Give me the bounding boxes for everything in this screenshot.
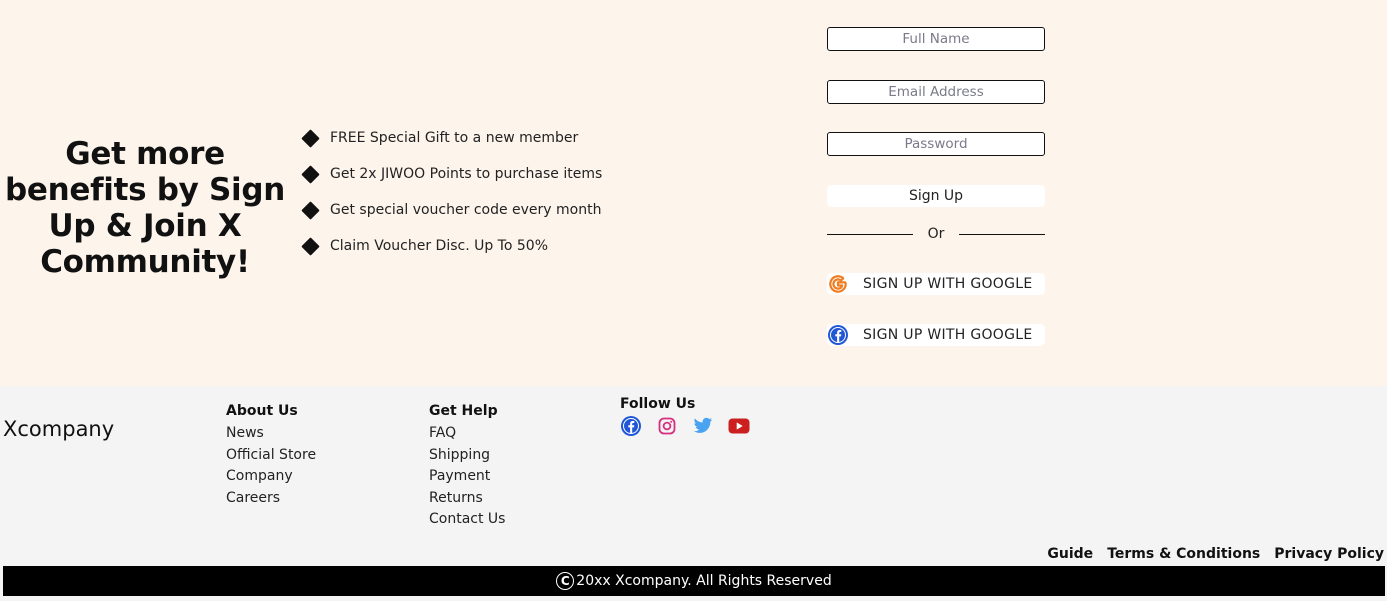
footer-link-payment[interactable]: Payment bbox=[429, 466, 505, 488]
benefit-text: Get special voucher code every month bbox=[330, 202, 602, 218]
footer-link-company[interactable]: Company bbox=[226, 466, 316, 488]
instagram-icon[interactable] bbox=[656, 415, 678, 437]
password-input[interactable] bbox=[827, 132, 1045, 156]
benefit-item: Get special voucher code every month bbox=[300, 192, 602, 228]
footer-link-faq[interactable]: FAQ bbox=[429, 423, 505, 445]
benefit-text: Claim Voucher Disc. Up To 50% bbox=[330, 238, 548, 254]
signup-headline: Get more benefits by Sign Up & Join X Co… bbox=[4, 136, 286, 280]
benefit-text: FREE Special Gift to a new member bbox=[330, 130, 579, 146]
footer-follow-us: Follow Us bbox=[620, 396, 764, 437]
copyright-icon: C bbox=[556, 572, 575, 590]
footer-link-careers[interactable]: Careers bbox=[226, 488, 316, 510]
benefits-list: FREE Special Gift to a new member Get 2x… bbox=[300, 120, 602, 264]
google-signup-label: SIGN UP WITH GOOGLE bbox=[863, 276, 1033, 292]
legal-links: Guide Terms & Conditions Privacy Policy bbox=[1047, 546, 1384, 562]
diamond-bullet-icon bbox=[301, 164, 320, 184]
social-icons-row bbox=[620, 415, 764, 437]
signup-form: Sign Up Or SIGN UP WITH GOOGLE S bbox=[827, 27, 1045, 346]
signup-section: Get more benefits by Sign Up & Join X Co… bbox=[0, 0, 1387, 386]
google-signup-button[interactable]: SIGN UP WITH GOOGLE bbox=[827, 273, 1045, 295]
site-footer: Xcompany About Us News Official Store Co… bbox=[0, 386, 1387, 601]
terms-link[interactable]: Terms & Conditions bbox=[1107, 546, 1260, 562]
google-icon bbox=[827, 273, 849, 295]
copyright-text: 20xx Xcompany. All Rights Reserved bbox=[576, 573, 832, 589]
footer-link-news[interactable]: News bbox=[226, 423, 316, 445]
footer-link-contact-us[interactable]: Contact Us bbox=[429, 509, 505, 531]
footer-column-title: Get Help bbox=[429, 403, 498, 419]
diamond-bullet-icon bbox=[301, 128, 320, 148]
full-name-input[interactable] bbox=[827, 27, 1045, 51]
facebook-icon[interactable] bbox=[620, 415, 642, 437]
divider-line bbox=[959, 233, 1045, 235]
footer-column-title: Follow Us bbox=[620, 396, 696, 412]
footer-column-title: About Us bbox=[226, 403, 298, 419]
footer-brand-logo[interactable]: Xcompany bbox=[3, 417, 114, 441]
facebook-icon bbox=[827, 324, 849, 346]
copyright-bar: C 20xx Xcompany. All Rights Reserved bbox=[3, 566, 1385, 596]
or-divider: Or bbox=[827, 224, 1045, 244]
benefit-item: Claim Voucher Disc. Up To 50% bbox=[300, 228, 602, 264]
diamond-bullet-icon bbox=[301, 200, 320, 220]
diamond-bullet-icon bbox=[301, 236, 320, 256]
benefit-item: FREE Special Gift to a new member bbox=[300, 120, 602, 156]
benefit-item: Get 2x JIWOO Points to purchase items bbox=[300, 156, 602, 192]
facebook-signup-label: SIGN UP WITH GOOGLE bbox=[863, 327, 1033, 343]
footer-link-official-store[interactable]: Official Store bbox=[226, 445, 316, 467]
facebook-signup-button[interactable]: SIGN UP WITH GOOGLE bbox=[827, 324, 1045, 346]
benefit-text: Get 2x JIWOO Points to purchase items bbox=[330, 166, 603, 182]
footer-column-help: Get Help FAQ Shipping Payment Returns Co… bbox=[429, 402, 505, 531]
guide-link[interactable]: Guide bbox=[1047, 546, 1093, 562]
divider-line bbox=[827, 233, 913, 235]
privacy-policy-link[interactable]: Privacy Policy bbox=[1274, 546, 1384, 562]
footer-link-returns[interactable]: Returns bbox=[429, 488, 505, 510]
footer-column-about: About Us News Official Store Company Car… bbox=[226, 402, 316, 509]
sign-up-button[interactable]: Sign Up bbox=[827, 185, 1045, 207]
youtube-icon[interactable] bbox=[728, 415, 750, 437]
twitter-icon[interactable] bbox=[692, 415, 714, 437]
divider-label: Or bbox=[927, 226, 945, 242]
email-input[interactable] bbox=[827, 80, 1045, 104]
footer-link-shipping[interactable]: Shipping bbox=[429, 445, 505, 467]
